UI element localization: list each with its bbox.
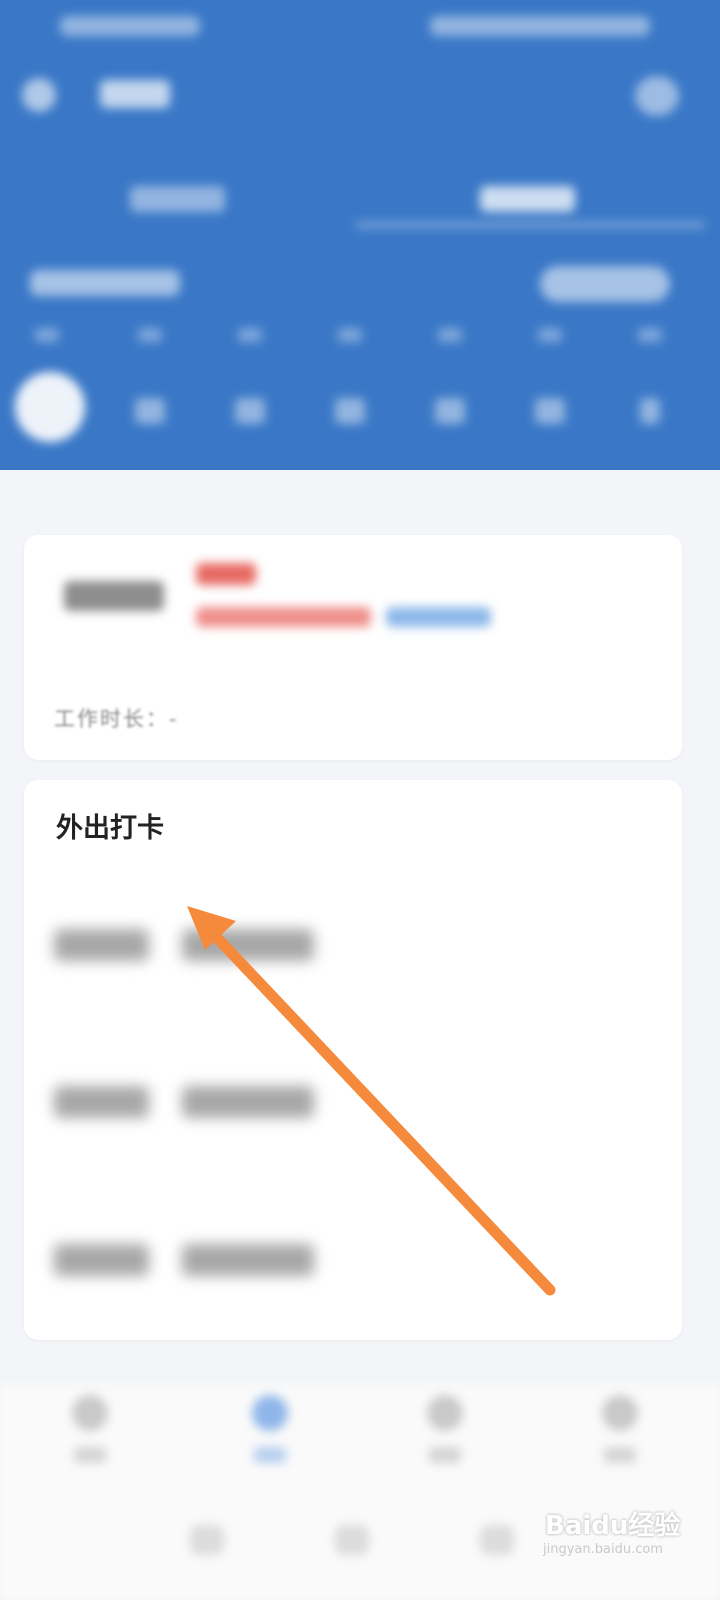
checkin-record[interactable] [54,925,654,965]
nav-item-icon [602,1395,638,1431]
day-cell[interactable] [235,398,265,424]
watermark-url: jingyan.baidu.com [543,1542,663,1557]
weekday-label [538,328,562,342]
day-cell[interactable] [535,398,565,424]
status-left [60,16,200,36]
checkin-record[interactable] [54,1082,654,1122]
record-label [182,1086,314,1118]
bottom-nav [0,1385,720,1600]
weekday-label [35,328,59,342]
clock-time [64,581,164,611]
date-label [30,270,180,296]
record-time [54,1086,149,1118]
status-label [196,563,256,585]
status-bar [0,10,720,42]
header [0,0,720,470]
status-right [430,16,650,36]
work-duration: 工作时长：- [54,703,179,733]
tab-bar [0,170,720,240]
bottom-nav-item[interactable] [415,1395,475,1475]
bottom-nav-item-active[interactable] [240,1395,300,1475]
work-duration-value: - [169,707,179,731]
watermark-logo: Baidu经验 [545,1511,681,1541]
status-detail [196,607,371,627]
record-label [182,1244,314,1276]
selected-day[interactable] [15,372,85,442]
record-label [182,929,314,961]
weekday-label [438,328,462,342]
tab-1[interactable] [130,186,225,212]
tab-indicator [355,222,705,228]
weekday-label [238,328,262,342]
week-strip [0,320,720,460]
system-recent-button[interactable] [480,1525,514,1555]
record-time [54,929,149,961]
system-back-button[interactable] [190,1525,224,1555]
card-title[interactable]: 外出打卡 [56,806,164,845]
weekday-label [638,328,662,342]
date-selector-button[interactable] [540,266,670,302]
day-cell[interactable] [135,398,165,424]
outing-checkin-card: 外出打卡 [24,780,682,1340]
back-icon[interactable] [22,78,56,112]
day-cell[interactable] [335,398,365,424]
nav-item-label [604,1447,636,1463]
system-home-button[interactable] [335,1525,369,1555]
page-title [100,80,170,108]
date-row [0,262,720,308]
day-cell[interactable] [640,398,660,424]
work-duration-label: 工作时长： [54,707,169,731]
tab-2[interactable] [480,186,575,212]
day-cell[interactable] [435,398,465,424]
record-time [54,1244,149,1276]
nav-row [0,70,720,120]
nav-item-label [429,1447,461,1463]
nav-item-icon [252,1395,288,1431]
bottom-nav-item[interactable] [590,1395,650,1475]
settings-icon[interactable] [635,76,679,116]
nav-item-label [254,1447,286,1463]
checkin-record[interactable] [54,1240,654,1280]
status-link[interactable] [386,607,491,627]
weekday-label [138,328,162,342]
nav-item-icon [427,1395,463,1431]
weekday-label [338,328,362,342]
nav-item-icon [72,1395,108,1431]
bottom-nav-item[interactable] [60,1395,120,1475]
nav-item-label [74,1447,106,1463]
attendance-summary-card: 工作时长：- [24,535,682,760]
